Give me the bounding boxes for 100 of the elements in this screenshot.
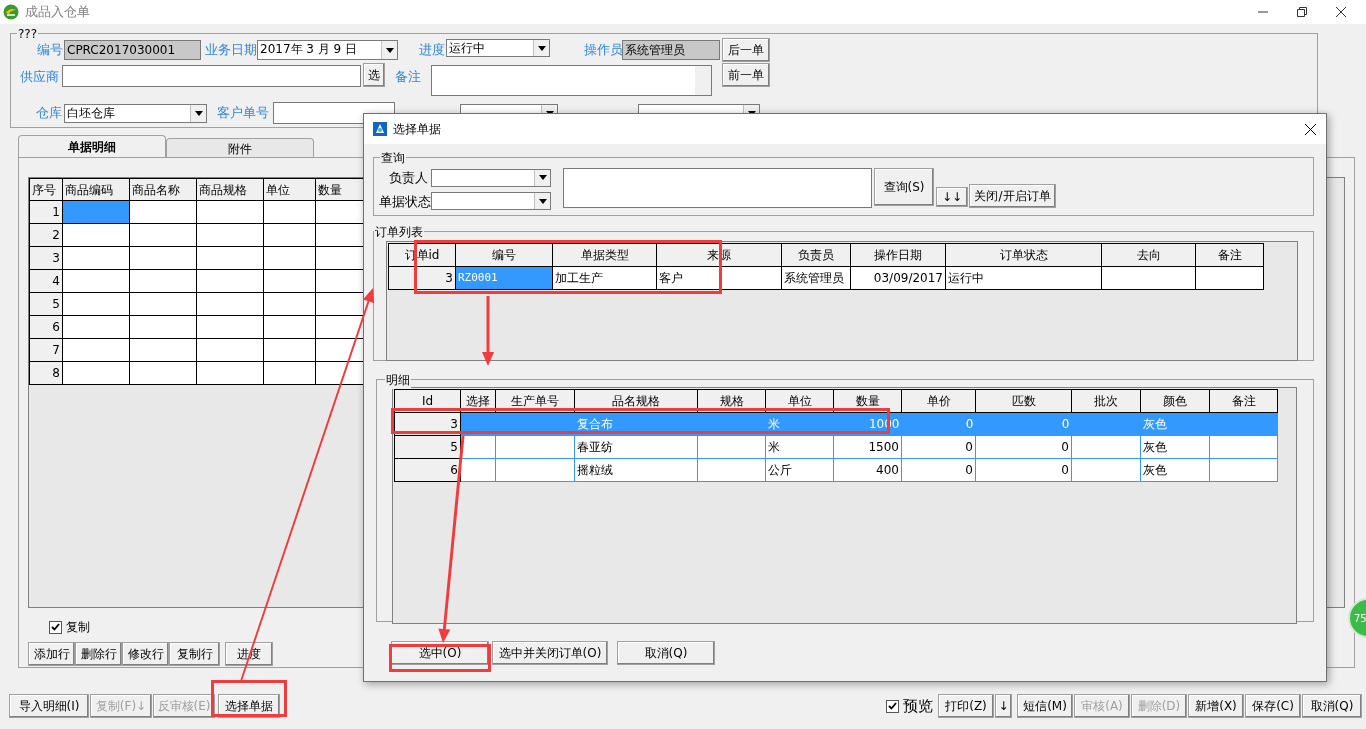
window-title: 成品入仓单 — [25, 3, 90, 22]
group-legend: 查询 — [380, 149, 406, 167]
select-button[interactable]: 选 — [363, 63, 385, 87]
app-logo-icon — [373, 122, 387, 136]
search-field[interactable] — [563, 168, 872, 208]
toolbar-button[interactable]: 短信(M) — [1017, 694, 1073, 718]
previous-button[interactable]: 前一单 — [722, 63, 770, 87]
dialog-title: 选择单据 — [393, 121, 441, 138]
table-cell — [1071, 435, 1141, 459]
table-cell: 米 — [765, 435, 834, 459]
group-legend: 订单列表 — [374, 223, 424, 241]
tab[interactable]: 附件 — [166, 138, 314, 157]
field-label: 负责人 — [388, 169, 429, 187]
dropdown-field[interactable]: 运行中 — [446, 39, 550, 57]
column-header: 负责员 — [781, 243, 851, 267]
row-action-button[interactable]: 复制行 — [169, 642, 220, 666]
row-action-button[interactable]: 修改行 — [122, 642, 169, 666]
toolbar-button[interactable]: 导入明细(I) — [9, 694, 89, 718]
toggle-order-button[interactable]: 关闭/开启订单 — [969, 184, 1056, 208]
column-header: 单据类型 — [552, 243, 657, 267]
column-header: 单价 — [901, 389, 976, 413]
input-field[interactable]: 系统管理员 — [622, 40, 720, 60]
column-header: 备注 — [1209, 389, 1278, 413]
scrollbar[interactable] — [695, 66, 711, 95]
column-header: 商品规格 — [196, 178, 264, 201]
column-header: 操作日期 — [850, 243, 946, 267]
restore-icon[interactable] — [1297, 7, 1307, 17]
row-action-button[interactable]: 删除行 — [75, 642, 122, 666]
table-cell: 0 — [975, 435, 1072, 459]
table-cell: 5 — [394, 435, 461, 459]
remark-field[interactable] — [431, 65, 712, 96]
dropdown-field[interactable]: 白坯仓库 — [64, 103, 207, 123]
toolbar-button[interactable]: 取消(Q) — [1302, 694, 1362, 718]
field-label: 仓库 — [36, 104, 63, 123]
table-cell: 0 — [901, 435, 976, 459]
column-header: Id — [394, 389, 461, 413]
status-badge: 75 — [1348, 598, 1366, 638]
caret-icon — [537, 45, 546, 51]
caret-icon — [194, 110, 203, 116]
table-cell — [1209, 435, 1278, 459]
toolbar-button[interactable]: ↓ — [995, 694, 1012, 718]
column-header: 去向 — [1101, 243, 1196, 267]
table-cell: 运行中 — [945, 266, 1102, 290]
dialog-button[interactable]: 选中并关闭订单(O) — [492, 641, 608, 665]
caret-icon — [538, 198, 547, 204]
row-action-button[interactable]: 添加行 — [28, 642, 75, 666]
column-header: 匹数 — [975, 389, 1072, 413]
dialog-button[interactable]: 取消(Q) — [617, 641, 715, 665]
field-label: 单据状态 — [379, 192, 431, 211]
close-icon[interactable] — [1336, 7, 1346, 17]
checkbox[interactable] — [886, 699, 899, 713]
column-header: 品名规格 — [574, 389, 698, 413]
field-label: 客户单号 — [217, 104, 270, 123]
input-field[interactable]: CPRC2017030001 — [64, 40, 201, 60]
next-button[interactable]: 后一单 — [722, 38, 770, 62]
dropdown-field[interactable] — [431, 192, 551, 211]
dialog-button[interactable]: 选中(O) — [391, 641, 489, 665]
table-cell — [697, 435, 766, 459]
row-number: 6 — [29, 315, 63, 339]
field-label: 供应商 — [20, 68, 60, 86]
field-label: 备注 — [395, 68, 422, 86]
toolbar-button[interactable]: 新增(X) — [1188, 694, 1244, 718]
column-header: 单位 — [263, 178, 316, 201]
close-icon[interactable] — [1305, 123, 1316, 135]
checkbox[interactable] — [49, 620, 62, 634]
table-cell: 灰色 — [1140, 435, 1210, 459]
row-number: 4 — [29, 269, 63, 293]
toolbar-button[interactable]: 打印(Z) — [938, 694, 994, 718]
column-header: 商品编码 — [62, 178, 130, 201]
caret-icon — [385, 47, 394, 53]
field-label: 编号 — [36, 41, 64, 60]
column-header: 订单状态 — [945, 243, 1102, 267]
dropdown-field[interactable]: 2017年 3 月 9 日 — [257, 40, 398, 60]
column-header: 序号 — [29, 178, 63, 201]
annotation-arrow — [482, 296, 494, 366]
table-cell: 1500 — [833, 435, 902, 459]
row-number: 3 — [29, 246, 63, 270]
table-cell: 摇粒绒 — [574, 458, 698, 482]
column-header: 备注 — [1195, 243, 1264, 267]
app-logo-icon — [3, 4, 19, 20]
column-header: 商品名称 — [129, 178, 197, 201]
column-header: 批次 — [1071, 389, 1141, 413]
input-field[interactable] — [62, 65, 361, 87]
row-number: 5 — [29, 292, 63, 316]
caret-icon — [538, 175, 547, 181]
toolbar-button[interactable]: 保存(C) — [1245, 694, 1301, 718]
row-number: 7 — [29, 338, 63, 362]
search-button[interactable]: 查询(S) — [874, 168, 934, 206]
group-legend: 明细 — [385, 371, 411, 389]
tab[interactable]: 单据明细 — [18, 135, 166, 157]
column-header: 颜色 — [1140, 389, 1210, 413]
sort-button[interactable]: ↓↓ — [936, 187, 968, 207]
field-label: 进度 — [419, 41, 446, 60]
column-header: 编号 — [455, 243, 553, 267]
dropdown-field[interactable] — [431, 168, 551, 187]
field-label: 操作员 — [584, 41, 622, 60]
table-cell: 春亚纺 — [574, 435, 698, 459]
checkbox-label: 预览 — [903, 695, 933, 717]
row-number: 2 — [29, 223, 63, 247]
row-number: 8 — [29, 361, 63, 385]
